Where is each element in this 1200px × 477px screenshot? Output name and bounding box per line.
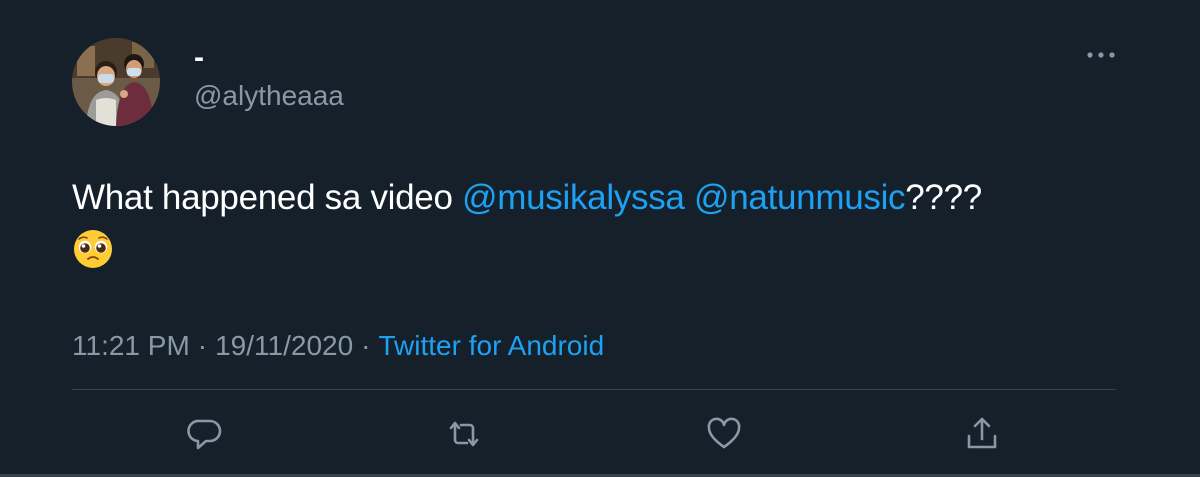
meta-separator: · (361, 330, 371, 361)
avatar[interactable] (72, 38, 160, 126)
heart-icon (707, 417, 741, 449)
mention-musikalyssa[interactable]: @musikalyssa (462, 178, 685, 217)
divider (72, 389, 1116, 390)
pleading-face-emoji (72, 228, 114, 270)
like-button[interactable] (704, 414, 744, 454)
user-handle[interactable]: @alytheaaa (194, 79, 344, 113)
mention-natunmusic[interactable]: @natunmusic (694, 178, 906, 217)
tweet-text-start: What happened sa video (72, 178, 463, 217)
share-button[interactable] (962, 414, 1002, 454)
display-name[interactable]: - (194, 40, 204, 76)
more-options-button[interactable] (1082, 40, 1122, 70)
action-bar (0, 408, 1200, 458)
retweet-button[interactable] (444, 414, 484, 454)
tweet-time[interactable]: 11:21 PM (72, 330, 190, 361)
avatar-photo (72, 38, 160, 126)
tweet-text: What happened sa video @musikalyssa @nat… (72, 174, 1132, 270)
tweet-card: - @alytheaaa What happened sa video @mus… (0, 0, 1200, 477)
reply-button[interactable] (185, 414, 225, 454)
retweet-icon (449, 421, 479, 447)
tweet-date[interactable]: 19/11/2020 (215, 330, 353, 361)
tweet-text-between (685, 178, 694, 217)
tweet-meta: 11:21 PM · 19/11/2020 · Twitter for Android (72, 328, 604, 364)
reply-icon (187, 419, 222, 450)
tweet-source-link[interactable]: Twitter for Android (379, 330, 605, 361)
share-icon (967, 417, 997, 449)
tweet-text-end: ???? (905, 178, 982, 217)
more-icon (1087, 52, 1115, 58)
meta-separator: · (197, 330, 208, 361)
